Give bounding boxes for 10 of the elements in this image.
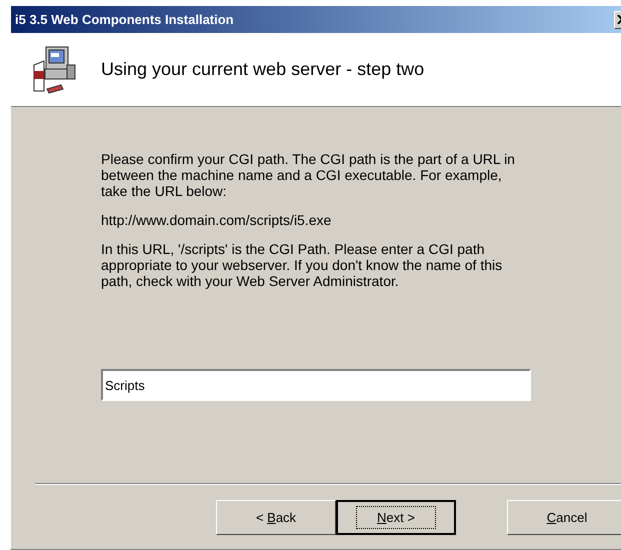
instruction-text: http://www.domain.com/scripts/i5.exe [101, 212, 332, 228]
instruction-text: Please confirm your CGI path. The CGI path is the part of a URL in between the machine name and a CGI executable. For example, take the URL below: [101, 151, 516, 199]
wizard-button[interactable]: Cancel [507, 500, 621, 535]
wizard-button[interactable]: < Back [216, 500, 336, 535]
wizard-button[interactable]: Next > [336, 500, 456, 535]
cgi-path-field[interactable]: Scripts [101, 369, 531, 401]
computer-installer-icon [31, 44, 77, 94]
step-title: Using your current web server - step two [101, 59, 424, 80]
window-title: i5 3.5 Web Components Installation [15, 12, 234, 27]
instruction-text: In this URL, '/scripts' is the CGI Path. Please enter a CGI path appropriate to your webserver. If you don't know the name of this path, check with your Web Server Administrator. [101, 241, 504, 289]
